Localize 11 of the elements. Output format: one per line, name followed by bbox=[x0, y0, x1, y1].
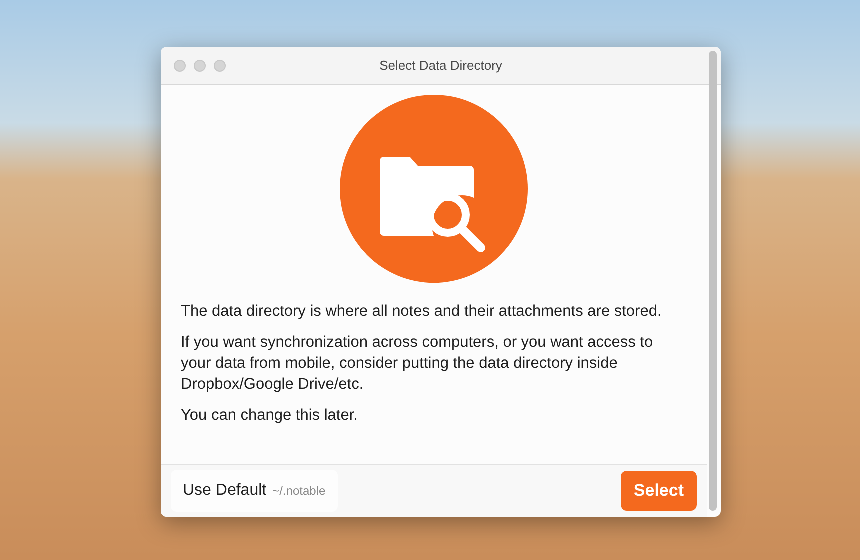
window-title: Select Data Directory bbox=[380, 58, 502, 73]
description-text: The data directory is where all notes and their attachments are stored. bbox=[181, 302, 663, 322]
minimize-button[interactable] bbox=[194, 60, 206, 72]
use-default-button[interactable]: Use Default ~/.notable bbox=[171, 470, 338, 512]
path-hint: ~/.notable bbox=[272, 484, 326, 498]
folder-search-icon bbox=[340, 95, 528, 283]
zoom-button[interactable] bbox=[214, 60, 226, 72]
description-text: You can change this later. bbox=[181, 406, 359, 426]
scrollbar[interactable] bbox=[709, 51, 717, 511]
description-text: If you want synchronization across computers, or you want access to your data from mobile, consider putting the data directory inside Dropbox/Google Drive/etc. bbox=[181, 333, 654, 395]
close-button[interactable] bbox=[174, 60, 186, 72]
